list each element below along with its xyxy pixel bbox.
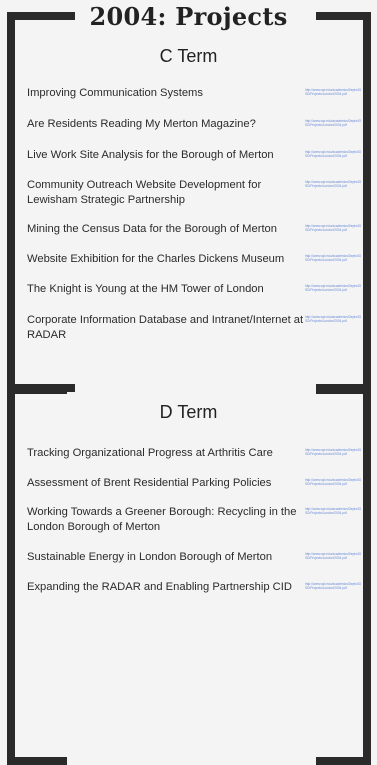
project-title: Working Towards a Greener Borough: Recyc… (27, 506, 297, 533)
project-link[interactable]: http://www.wpi.edu/academics/Depts/IGSD/… (305, 580, 363, 591)
project-link[interactable]: http://www.wpi.edu/academics/Depts/IGSD/… (305, 505, 363, 516)
c-term-project[interactable]: Improving Communication Systems http://w… (27, 86, 363, 101)
project-link[interactable]: http://www.wpi.edu/academics/Depts/IGSD/… (305, 550, 363, 561)
project-title: Community Outreach Website Development f… (27, 179, 262, 206)
d-term-project[interactable]: Working Towards a Greener Borough: Recyc… (27, 505, 363, 534)
d-term-project[interactable]: Expanding the RADAR and Enabling Partner… (27, 580, 363, 595)
c-term-heading: C Term (159, 46, 218, 66)
project-link[interactable]: http://www.wpi.edu/academics/Depts/IGSD/… (305, 148, 363, 159)
c-term-project[interactable]: Are Residents Reading My Merton Magazine… (27, 117, 363, 132)
c-term-project[interactable]: Community Outreach Website Development f… (27, 178, 363, 207)
project-title: Are Residents Reading My Merton Magazine… (27, 118, 256, 130)
bottom-right-bracket (316, 386, 371, 765)
d-term-project[interactable]: Assessment of Brent Residential Parking … (27, 476, 363, 491)
project-title: Improving Communication Systems (27, 87, 203, 99)
project-link[interactable]: http://www.wpi.edu/academics/Depts/IGSD/… (305, 476, 363, 487)
project-title: Mining the Census Data for the Borough o… (27, 223, 277, 235)
project-link[interactable]: http://www.wpi.edu/academics/Depts/IGSD/… (305, 117, 363, 128)
project-link[interactable]: http://www.wpi.edu/academics/Depts/IGSD/… (305, 313, 363, 324)
project-title: The Knight is Young at the HM Tower of L… (27, 283, 264, 295)
project-title: Website Exhibition for the Charles Dicke… (27, 253, 285, 265)
project-title: Expanding the RADAR and Enabling Partner… (27, 581, 292, 593)
c-term-project[interactable]: The Knight is Young at the HM Tower of L… (27, 282, 363, 297)
bottom-left-bracket (7, 386, 67, 765)
c-term-project[interactable]: Live Work Site Analysis for the Borough … (27, 148, 363, 163)
c-term-project[interactable]: Corporate Information Database and Intra… (27, 313, 363, 342)
d-term-project[interactable]: Tracking Organizational Progress at Arth… (27, 446, 363, 461)
project-link[interactable]: http://www.wpi.edu/academics/Depts/IGSD/… (305, 282, 363, 293)
c-term-project[interactable]: Mining the Census Data for the Borough o… (27, 222, 363, 237)
page-title: 2004: Projects (89, 2, 288, 31)
project-link[interactable]: http://www.wpi.edu/academics/Depts/IGSD/… (305, 252, 363, 263)
project-title: Live Work Site Analysis for the Borough … (27, 149, 274, 161)
project-link[interactable]: http://www.wpi.edu/academics/Depts/IGSD/… (305, 222, 363, 233)
project-link[interactable]: http://www.wpi.edu/academics/Depts/IGSD/… (305, 446, 363, 457)
d-term-heading: D Term (159, 402, 218, 422)
project-title: Sustainable Energy in London Borough of … (27, 551, 273, 563)
project-link[interactable]: http://www.wpi.edu/academics/Depts/IGSD/… (305, 178, 363, 189)
project-title: Corporate Information Database and Intra… (27, 314, 304, 341)
project-title: Assessment of Brent Residential Parking … (27, 477, 272, 489)
d-term-project[interactable]: Sustainable Energy in London Borough of … (27, 550, 363, 565)
project-title: Tracking Organizational Progress at Arth… (27, 447, 273, 459)
project-link[interactable]: http://www.wpi.edu/academics/Depts/IGSD/… (305, 86, 363, 97)
c-term-project[interactable]: Website Exhibition for the Charles Dicke… (27, 252, 363, 267)
